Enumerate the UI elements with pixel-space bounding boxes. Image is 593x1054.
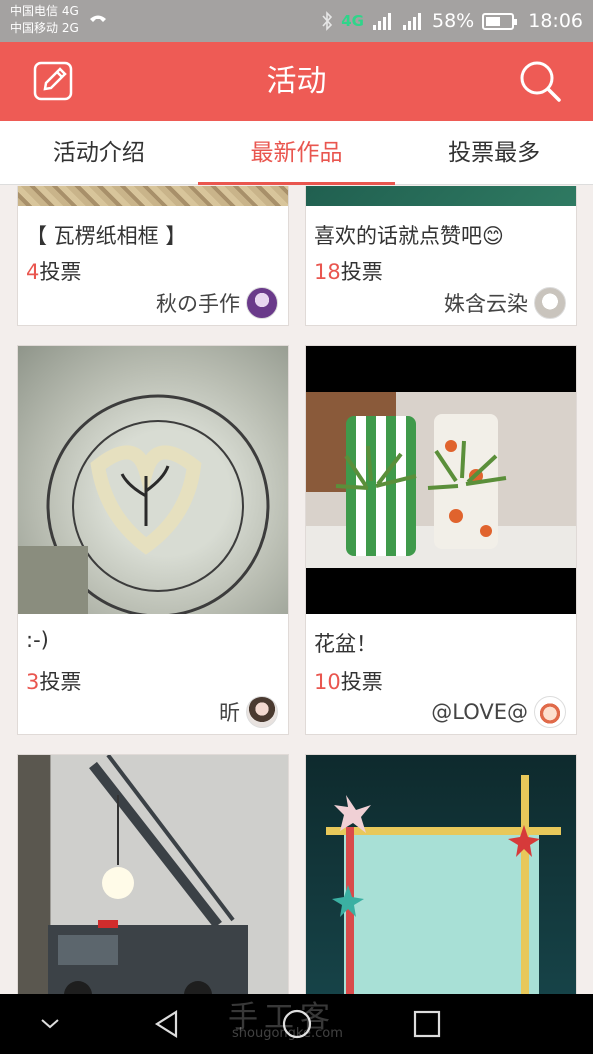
back-button[interactable] — [145, 994, 189, 1054]
avatar[interactable] — [246, 696, 278, 728]
vote-count: 18投票 — [314, 256, 383, 286]
hide-nav-button[interactable] — [30, 994, 70, 1054]
chevron-down-icon — [41, 1019, 59, 1029]
work-image[interactable] — [18, 755, 288, 994]
work-card[interactable]: 喜欢的话就点赞吧😊 18投票 姝含云染 — [305, 186, 577, 326]
vote-label: 投票 — [39, 670, 82, 694]
author[interactable]: 秋の手作 — [156, 287, 278, 319]
battery-fill — [486, 16, 501, 26]
back-triangle-icon — [154, 1010, 178, 1038]
battery-percent: 58% — [432, 10, 475, 32]
author-name: 秋の手作 — [156, 292, 240, 316]
work-card[interactable] — [305, 754, 577, 994]
work-title: :-) — [26, 628, 49, 652]
vote-count: 3投票 — [26, 666, 81, 696]
vote-label: 投票 — [39, 260, 82, 284]
work-image[interactable] — [306, 186, 576, 206]
signal-icon — [373, 13, 391, 30]
paper-frame-illustration — [326, 775, 561, 994]
tab-latest-works[interactable]: 最新作品 — [197, 121, 396, 185]
vote-count: 10投票 — [314, 666, 383, 696]
tab-most-votes[interactable]: 投票最多 — [395, 121, 593, 184]
flowerpot-illustration — [306, 392, 576, 568]
network-type: 4G — [341, 12, 364, 30]
work-image[interactable] — [18, 186, 288, 206]
postmark-illustration — [18, 394, 270, 614]
work-image[interactable] — [18, 346, 288, 614]
author-name: @LOVE@ — [431, 700, 528, 724]
vote-number: 18 — [314, 260, 341, 284]
author[interactable]: 姝含云染 — [444, 287, 566, 319]
author-name: 姝含云染 — [444, 292, 528, 316]
author-name: 昕 — [219, 701, 240, 725]
tab-activity-intro[interactable]: 活动介绍 — [0, 121, 198, 184]
work-image[interactable] — [306, 346, 576, 614]
work-card[interactable]: 【 瓦楞纸相框 】 4投票 秋の手作 — [17, 186, 289, 326]
vote-number: 3 — [26, 670, 40, 694]
avatar[interactable] — [534, 696, 566, 728]
work-title: 花盆！ — [314, 632, 377, 656]
carrier-2: 中国移动 2G — [10, 21, 79, 35]
work-title: 【 瓦楞纸相框 】 — [26, 224, 187, 248]
work-card[interactable]: :-) 3投票 昕 — [17, 345, 289, 735]
phone-call-icon — [90, 15, 106, 22]
works-feed[interactable]: 【 瓦楞纸相框 】 4投票 秋の手作 喜欢的话就点赞吧😊 18投票 姝含云染 :… — [0, 186, 593, 994]
battery-icon — [482, 12, 518, 30]
vote-number: 4 — [26, 260, 40, 284]
tab-bar: 活动介绍 最新作品 投票最多 — [0, 121, 593, 185]
bluetooth-icon — [322, 11, 333, 31]
carrier-1: 中国电信 4G — [10, 4, 79, 18]
carrier-info: 中国电信 4G 中国移动 2G — [10, 3, 79, 37]
work-title: 喜欢的话就点赞吧😊 — [314, 224, 504, 248]
search-icon[interactable] — [517, 58, 563, 104]
fire-truck-lamp-illustration — [18, 755, 248, 994]
status-bar: 中国电信 4G 中国移动 2G 4G 58% 18:06 — [0, 0, 593, 42]
app-bar: 活动 — [0, 42, 593, 121]
author[interactable]: 昕 — [219, 696, 278, 728]
clock: 18:06 — [528, 10, 583, 32]
work-card[interactable] — [17, 754, 289, 994]
vote-label: 投票 — [340, 260, 383, 284]
vote-count: 4投票 — [26, 256, 81, 286]
signal-icon-2 — [403, 13, 421, 30]
work-card[interactable]: 花盆！ 10投票 @LOVE@ — [305, 345, 577, 735]
recents-button[interactable] — [405, 994, 449, 1054]
avatar[interactable] — [246, 287, 278, 319]
avatar[interactable] — [534, 287, 566, 319]
recents-square-icon — [413, 1010, 441, 1038]
status-icons: 4G 58% 18:06 — [321, 0, 583, 42]
work-image[interactable] — [306, 755, 576, 994]
vote-label: 投票 — [340, 670, 383, 694]
page-title: 活动 — [266, 64, 327, 99]
author[interactable]: @LOVE@ — [431, 696, 566, 728]
watermark-sub: shougongke.com — [232, 1026, 343, 1041]
vote-number: 10 — [314, 670, 341, 694]
